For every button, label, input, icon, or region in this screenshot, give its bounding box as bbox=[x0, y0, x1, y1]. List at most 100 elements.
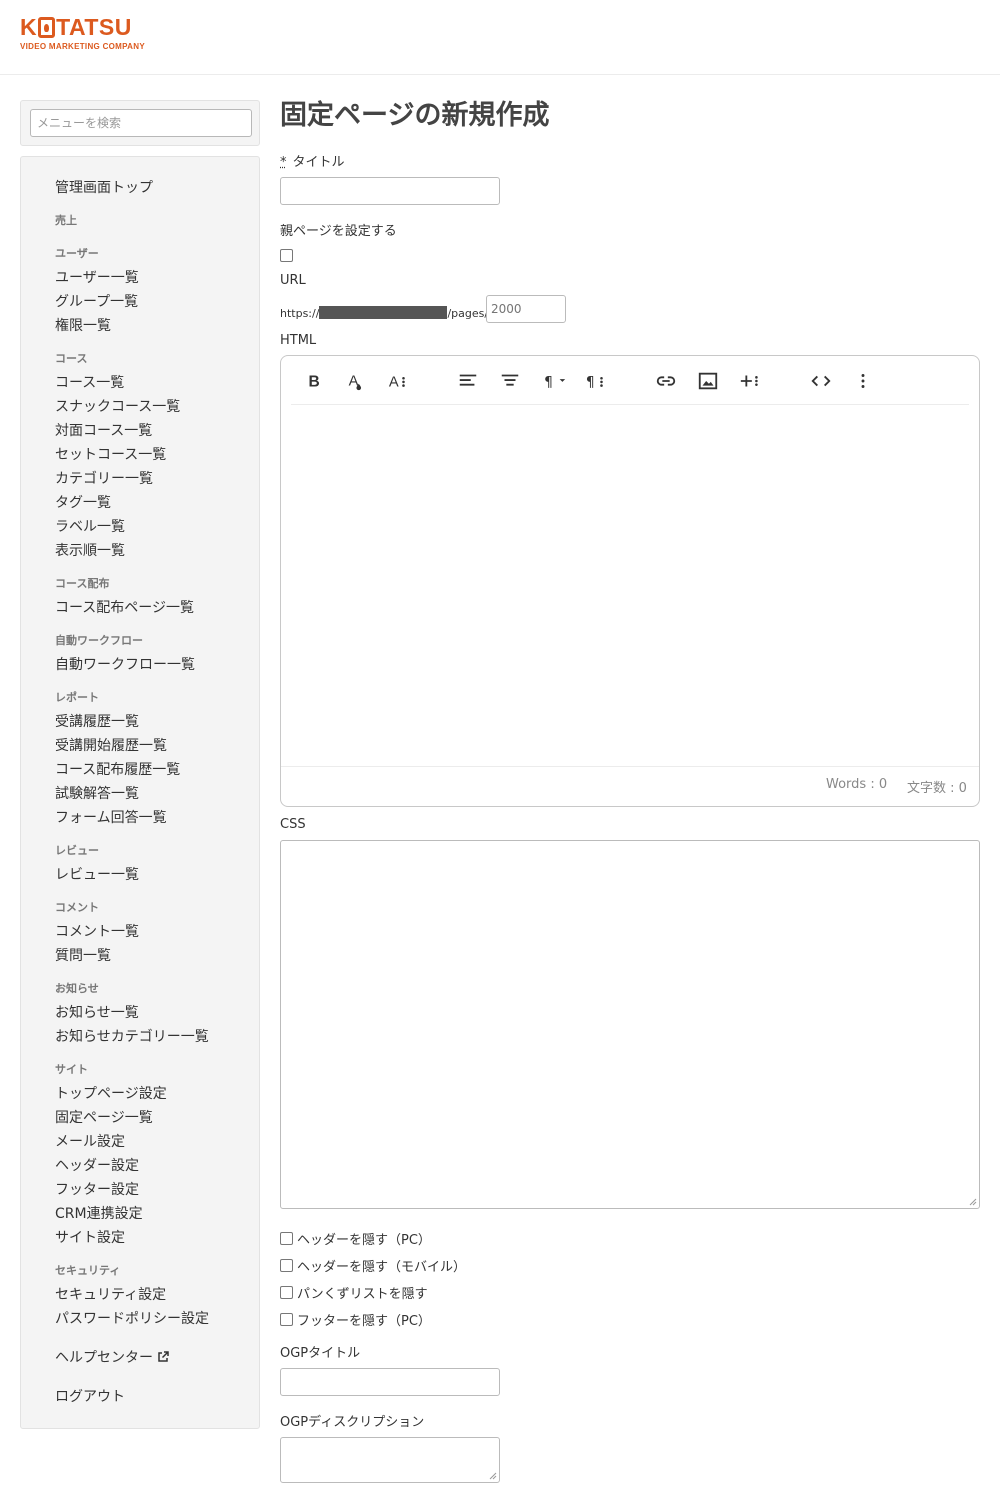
css-textarea[interactable] bbox=[280, 840, 980, 1209]
sidebar-item-exam-answers[interactable]: 試験解答一覧 bbox=[55, 784, 139, 804]
sidebar-item-display-order[interactable]: 表示順一覧 bbox=[55, 541, 125, 561]
sidebar-item-categories[interactable]: カテゴリー一覧 bbox=[55, 469, 153, 489]
logo-wordmark: K TATSU bbox=[20, 14, 145, 40]
title-field-label: * タイトル bbox=[280, 154, 345, 172]
url-prefix-start: https:// bbox=[280, 307, 320, 320]
hide-header-pc-option[interactable]: ヘッダーを隠す（PC） bbox=[280, 1229, 431, 1248]
sidebar-item-security-settings[interactable]: セキュリティ設定 bbox=[55, 1285, 166, 1305]
hide-header-pc-checkbox[interactable] bbox=[280, 1232, 293, 1245]
sidebar-item-attendance-history[interactable]: 受講履歴一覧 bbox=[55, 712, 139, 732]
sidebar-item-users-list[interactable]: ユーザー一覧 bbox=[55, 268, 139, 288]
brand-logo[interactable]: K TATSU VIDEO MARKETING COMPANY bbox=[20, 14, 145, 51]
sidebar-item-labels[interactable]: ラベル一覧 bbox=[55, 517, 125, 537]
sidebar-item-courses-list[interactable]: コース一覧 bbox=[55, 373, 124, 393]
svg-text:A: A bbox=[389, 375, 399, 391]
sidebar-item-fixed-pages[interactable]: 固定ページ一覧 bbox=[55, 1108, 153, 1128]
required-marker: * bbox=[280, 155, 287, 170]
sidebar-item-top-page-settings[interactable]: トップページ設定 bbox=[55, 1084, 167, 1104]
sidebar-item-workflow-list[interactable]: 自動ワークフロー一覧 bbox=[55, 655, 195, 675]
css-label: CSS bbox=[280, 817, 306, 832]
editor-content-area[interactable] bbox=[291, 406, 969, 764]
svg-text:B: B bbox=[309, 374, 320, 391]
sidebar-section-site: サイト bbox=[55, 1063, 88, 1076]
sidebar-item-form-answers[interactable]: フォーム回答一覧 bbox=[55, 808, 167, 828]
bold-icon[interactable]: B bbox=[301, 368, 327, 394]
ogp-title-input[interactable] bbox=[280, 1368, 500, 1396]
sidebar-item-distribution-pages[interactable]: コース配布ページ一覧 bbox=[55, 598, 194, 618]
sidebar-item-inperson-courses[interactable]: 対面コース一覧 bbox=[55, 421, 152, 441]
code-view-icon[interactable] bbox=[808, 368, 834, 394]
sidebar-item-news-categories[interactable]: お知らせカテゴリー一覧 bbox=[55, 1027, 209, 1047]
sidebar-section-sales[interactable]: 売上 bbox=[55, 213, 77, 229]
hide-header-mobile-option[interactable]: ヘッダーを隠す（モバイル） bbox=[280, 1256, 466, 1275]
editor-footer-divider bbox=[281, 766, 979, 767]
font-size-icon[interactable]: A bbox=[385, 368, 411, 394]
sidebar-menu: 管理画面トップ 売上 ユーザー ユーザー一覧 グループ一覧 権限一覧 コース コ… bbox=[20, 156, 260, 1429]
sidebar-item-attendance-start-history[interactable]: 受講開始履歴一覧 bbox=[55, 736, 167, 756]
hide-footer-pc-option[interactable]: フッターを隠す（PC） bbox=[280, 1310, 431, 1329]
insert-image-icon[interactable] bbox=[695, 368, 721, 394]
sidebar-item-crm-settings[interactable]: CRM連携設定 bbox=[55, 1204, 143, 1224]
sidebar-item-password-policy[interactable]: パスワードポリシー設定 bbox=[55, 1309, 209, 1329]
svg-text:¶: ¶ bbox=[544, 375, 553, 391]
sidebar-item-questions-list[interactable]: 質問一覧 bbox=[55, 946, 111, 966]
redacted-domain bbox=[319, 306, 448, 319]
logo-tagline: VIDEO MARKETING COMPANY bbox=[20, 42, 145, 51]
hide-header-mobile-label: ヘッダーを隠す（モバイル） bbox=[297, 1260, 467, 1275]
hide-header-pc-label: ヘッダーを隠す（PC） bbox=[297, 1233, 431, 1248]
align-left-icon[interactable] bbox=[455, 368, 481, 394]
paragraph-style-icon[interactable]: ¶ bbox=[583, 368, 609, 394]
help-center-label: ヘルプセンター bbox=[55, 1350, 153, 1366]
sidebar-item-header-settings[interactable]: ヘッダー設定 bbox=[55, 1156, 139, 1176]
sidebar-item-admin-top[interactable]: 管理画面トップ bbox=[55, 178, 153, 198]
logo-letters: TATSU bbox=[56, 14, 132, 40]
menu-search-input[interactable] bbox=[30, 109, 252, 137]
sidebar-item-footer-settings[interactable]: フッター設定 bbox=[55, 1180, 139, 1200]
sidebar-item-distribution-history[interactable]: コース配布履歴一覧 bbox=[55, 760, 180, 780]
sidebar-section-distribution: コース配布 bbox=[55, 577, 110, 590]
title-input[interactable] bbox=[280, 177, 500, 205]
html-label: HTML bbox=[280, 333, 317, 348]
hide-footer-pc-checkbox[interactable] bbox=[280, 1313, 293, 1326]
sidebar-item-groups-list[interactable]: グループ一覧 bbox=[55, 292, 138, 312]
sidebar-item-reviews-list[interactable]: レビュー一覧 bbox=[55, 865, 139, 885]
parent-page-checkbox[interactable] bbox=[280, 249, 293, 262]
sidebar-section-security: セキュリティ bbox=[55, 1264, 121, 1277]
url-label: URL bbox=[280, 273, 306, 288]
ogp-description-textarea[interactable] bbox=[280, 1437, 500, 1483]
url-slug-input[interactable] bbox=[486, 295, 566, 323]
sidebar-item-set-courses[interactable]: セットコース一覧 bbox=[55, 445, 166, 465]
sidebar-item-tags[interactable]: タグ一覧 bbox=[55, 493, 111, 513]
sidebar-item-help-center[interactable]: ヘルプセンター bbox=[55, 1348, 169, 1368]
more-vertical-icon[interactable] bbox=[850, 368, 876, 394]
align-center-icon[interactable] bbox=[497, 368, 523, 394]
url-prefix: https:// /pages/ bbox=[280, 306, 488, 321]
paragraph-format-icon[interactable]: ¶ bbox=[539, 368, 573, 394]
text-color-icon[interactable]: A bbox=[343, 368, 369, 394]
sidebar-item-comments-list[interactable]: コメント一覧 bbox=[55, 922, 139, 942]
sidebar-section-reviews: レビュー bbox=[55, 844, 99, 857]
resize-grip-icon[interactable] bbox=[969, 1198, 977, 1206]
insert-more-icon[interactable] bbox=[737, 368, 763, 394]
sidebar-item-mail-settings[interactable]: メール設定 bbox=[55, 1132, 125, 1152]
char-count: 文字数 : 0 bbox=[907, 781, 967, 796]
hide-breadcrumb-option[interactable]: パンくずリストを隠す bbox=[280, 1283, 428, 1302]
sidebar-section-reports: レポート bbox=[55, 691, 99, 704]
resize-grip-icon[interactable] bbox=[489, 1472, 497, 1480]
sidebar-item-logout[interactable]: ログアウト bbox=[55, 1387, 125, 1407]
ogp-description-label: OGPディスクリプション bbox=[280, 1415, 425, 1430]
hide-breadcrumb-checkbox[interactable] bbox=[280, 1286, 293, 1299]
url-prefix-end: /pages/ bbox=[447, 307, 489, 320]
sidebar-section-news: お知らせ bbox=[55, 982, 99, 995]
external-link-icon bbox=[158, 1351, 169, 1362]
sidebar-section-workflow: 自動ワークフロー bbox=[55, 634, 143, 647]
sidebar-section-comments: コメント bbox=[55, 901, 99, 914]
hide-header-mobile-checkbox[interactable] bbox=[280, 1259, 293, 1272]
sidebar-item-roles-list[interactable]: 権限一覧 bbox=[55, 316, 111, 336]
sidebar-item-snack-courses[interactable]: スナックコース一覧 bbox=[55, 397, 180, 417]
sidebar-item-news-list[interactable]: お知らせ一覧 bbox=[55, 1003, 139, 1023]
hide-breadcrumb-label: パンくずリストを隠す bbox=[297, 1287, 428, 1302]
sidebar-item-site-settings[interactable]: サイト設定 bbox=[55, 1228, 125, 1248]
menu-search-panel bbox=[20, 100, 260, 146]
insert-link-icon[interactable] bbox=[653, 368, 679, 394]
